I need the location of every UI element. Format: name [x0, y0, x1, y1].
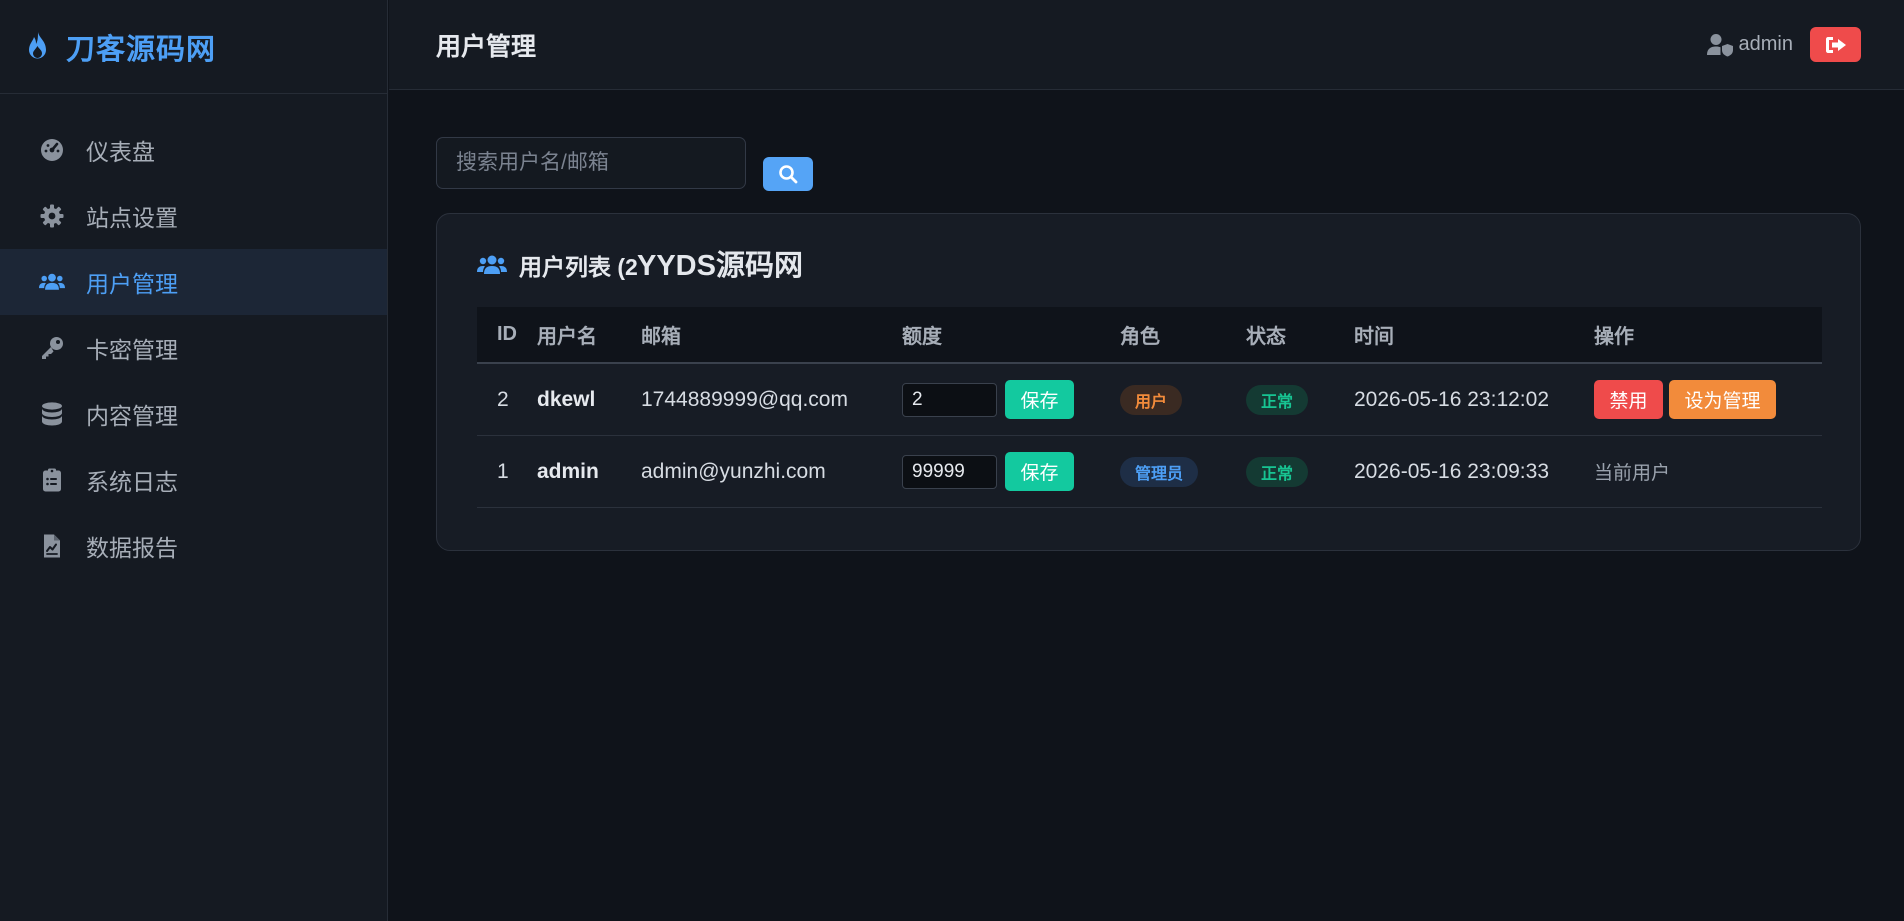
current-user-label: 当前用户 [1594, 463, 1671, 484]
search-bar [436, 137, 813, 191]
col-header-quota: 额度 [902, 326, 942, 348]
cell-id: 2 [497, 387, 509, 411]
sidebar-item-users[interactable]: 用户管理 [0, 249, 387, 315]
sidebar-item-reports[interactable]: 数据报告 [0, 513, 387, 579]
dashboard-gauge-icon [38, 136, 66, 164]
cell-username: dkewl [537, 387, 596, 411]
table-header: ID 用户名 邮箱 额度 角色 状态 时间 操作 [477, 307, 1822, 364]
sidebar-item-label: 数据报告 [86, 535, 178, 561]
table-row: 2 dkewl 1744889999@qq.com 保存 用户 正常 2026-… [477, 364, 1822, 436]
col-header-email: 邮箱 [641, 326, 681, 348]
card-header: 用户列表 (2 [477, 248, 638, 282]
quota-input[interactable] [902, 454, 997, 489]
brand[interactable]: 刀客源码网 [0, 0, 387, 94]
cell-email: 1744889999@qq.com [641, 387, 848, 411]
col-header-actions: 操作 [1594, 326, 1634, 348]
sidebar-item-label: 内容管理 [86, 403, 178, 429]
sidebar-item-label: 站点设置 [86, 205, 178, 231]
users-icon [38, 268, 66, 296]
card-title: 用户列表 (2 [519, 254, 638, 280]
sidebar-item-content[interactable]: 内容管理 [0, 381, 387, 447]
flame-icon [29, 31, 46, 58]
cell-time: 2026-05-16 23:09:33 [1354, 459, 1549, 483]
col-header-username: 用户名 [537, 326, 597, 348]
header-user-area: admin [1706, 27, 1861, 62]
users-icon [477, 255, 507, 274]
cell-actions: 禁用 设为管理 [1594, 380, 1822, 419]
sidebar-item-site-settings[interactable]: 站点设置 [0, 183, 387, 249]
role-badge: 管理员 [1120, 456, 1199, 487]
file-chart-icon [38, 532, 66, 560]
cell-username: admin [537, 459, 599, 483]
cell-email: admin@yunzhi.com [641, 459, 826, 483]
brand-title: 刀客源码网 [66, 33, 217, 66]
search-input[interactable] [436, 137, 746, 189]
clipboard-icon [38, 466, 66, 494]
cell-role: 管理员 [1120, 456, 1246, 487]
set-admin-button[interactable]: 设为管理 [1669, 380, 1776, 419]
quota-input[interactable] [902, 382, 997, 417]
save-quota-button[interactable]: 保存 [1005, 380, 1074, 419]
cell-id: 1 [497, 459, 509, 483]
cell-quota: 保存 [902, 380, 1120, 419]
cell-status: 正常 [1246, 384, 1354, 415]
status-badge: 正常 [1246, 456, 1309, 487]
cell-time: 2026-05-16 23:12:02 [1354, 387, 1549, 411]
page-title: 用户管理 [436, 32, 537, 61]
header-username[interactable]: admin [1739, 33, 1793, 56]
sidebar: 刀客源码网 仪表盘 站点设置 用户管理 卡密管理 内容管理 系统日志 数据报告 [0, 0, 388, 921]
save-quota-button[interactable]: 保存 [1005, 452, 1074, 491]
search-icon [779, 165, 798, 184]
cell-quota: 保存 [902, 452, 1120, 491]
search-button[interactable] [763, 157, 813, 191]
user-shield-icon [1706, 33, 1733, 56]
cell-actions: 当前用户 [1594, 458, 1822, 485]
sidebar-item-dashboard[interactable]: 仪表盘 [0, 117, 387, 183]
table-row: 1 admin admin@yunzhi.com 保存 管理员 正常 2026-… [477, 436, 1822, 508]
disable-user-button[interactable]: 禁用 [1594, 380, 1663, 419]
sign-out-icon [1825, 36, 1846, 53]
top-header: 用户管理 admin [389, 0, 1904, 90]
sidebar-nav: 仪表盘 站点设置 用户管理 卡密管理 内容管理 系统日志 数据报告 [0, 117, 387, 579]
sidebar-item-cards[interactable]: 卡密管理 [0, 315, 387, 381]
cell-status: 正常 [1246, 456, 1354, 487]
col-header-id: ID [497, 323, 517, 345]
status-badge: 正常 [1246, 384, 1309, 415]
users-table: ID 用户名 邮箱 额度 角色 状态 时间 操作 2 dkewl 1744889… [477, 307, 1822, 508]
col-header-status: 状态 [1246, 326, 1286, 348]
sidebar-item-logs[interactable]: 系统日志 [0, 447, 387, 513]
gear-icon [38, 202, 66, 230]
watermark-text: YYDS源码网 [637, 250, 803, 282]
cell-role: 用户 [1120, 384, 1246, 415]
sidebar-item-label: 卡密管理 [86, 337, 178, 363]
key-icon [38, 334, 66, 362]
sidebar-item-label: 系统日志 [86, 469, 178, 495]
logout-button[interactable] [1810, 27, 1861, 62]
sidebar-item-label: 用户管理 [86, 271, 178, 297]
col-header-time: 时间 [1354, 326, 1394, 348]
database-icon [38, 400, 66, 428]
sidebar-item-label: 仪表盘 [86, 139, 155, 165]
user-list-card: 用户列表 (2 YYDS源码网 ID 用户名 邮箱 额度 角色 状态 时间 操作… [436, 213, 1861, 551]
role-badge: 用户 [1120, 384, 1183, 415]
col-header-role: 角色 [1120, 326, 1160, 348]
